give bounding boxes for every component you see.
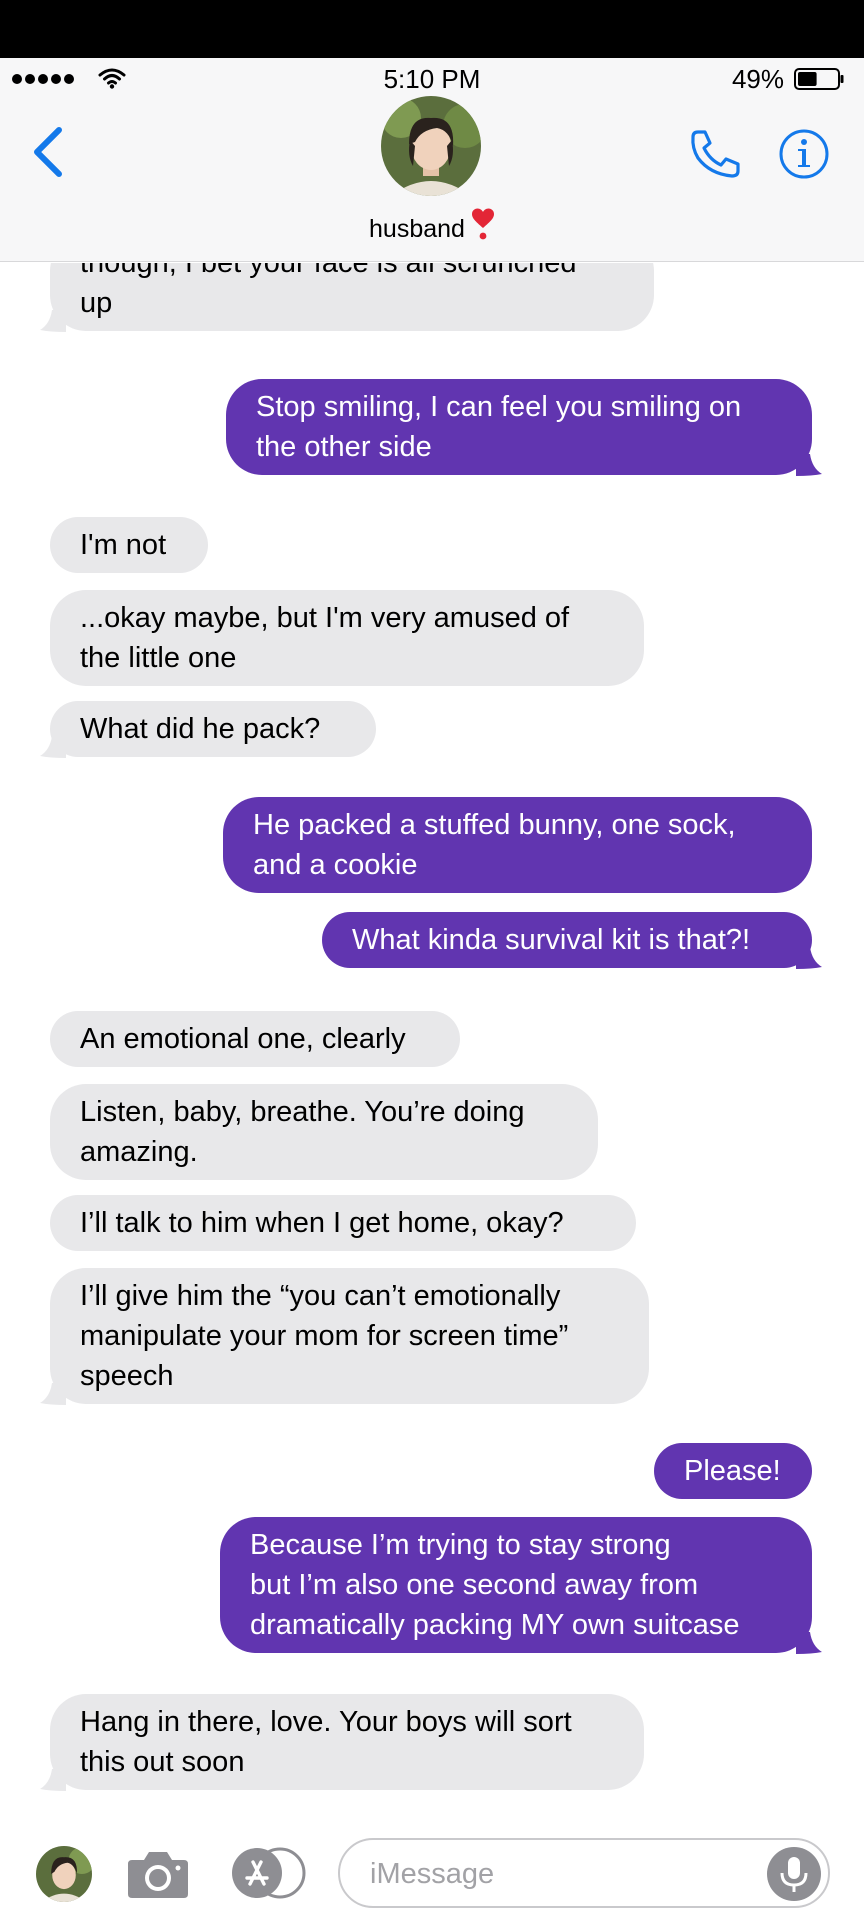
message-bubble-incoming[interactable]: ...okay maybe, but I'm very amused of th… (50, 590, 644, 686)
app-store-icon[interactable] (230, 1846, 306, 1900)
contact-name-text: husband (369, 215, 465, 243)
imessage-input[interactable]: iMessage (338, 1838, 830, 1908)
message-input-bar: iMessage (0, 1826, 864, 1920)
message-line: What kinda survival kit is that?! (352, 924, 751, 956)
phone-icon[interactable] (688, 128, 742, 180)
message-bubble-outgoing[interactable]: Stop smiling, I can feel you smiling on … (226, 379, 822, 476)
bubble-tail (40, 1383, 66, 1405)
message-bubble-incoming[interactable]: What did he pack? (40, 701, 376, 758)
top-black-bar (0, 0, 864, 58)
message-line: and a cookie (253, 849, 418, 881)
message-line: amazing. (80, 1136, 198, 1168)
message-line: Hang in there, love. Your boys will sort (80, 1706, 572, 1738)
bubble-tail (796, 947, 822, 969)
bubble-tail (40, 736, 66, 758)
message-line: I’ll give him the “you can’t emotionally (80, 1280, 561, 1312)
message-line: ...okay maybe, but I'm very amused of (80, 602, 570, 634)
memoji-avatar-button[interactable] (36, 1846, 92, 1902)
camera-icon[interactable] (126, 1848, 190, 1900)
back-chevron-icon[interactable] (28, 124, 68, 180)
message-bubble-incoming[interactable]: I'm not (50, 517, 208, 573)
contact-name[interactable]: husband (0, 208, 864, 244)
message-line: Stop smiling, I can feel you smiling on (256, 391, 742, 423)
status-bar: 5:10 PM 49% (0, 58, 864, 98)
microphone-icon[interactable] (766, 1846, 822, 1902)
message-bubble-outgoing[interactable]: What kinda survival kit is that?! (322, 912, 822, 969)
bubble-tail (40, 310, 66, 332)
heart-exclamation-icon (471, 208, 494, 240)
message-line: Because I’m trying to stay strong (250, 1529, 671, 1561)
message-line: the other side (256, 431, 432, 463)
message-line: speech (80, 1360, 174, 1392)
battery-percentage: 49% (731, 64, 784, 94)
message-bubble-incoming[interactable]: though, I bet your face is all scrunched… (40, 263, 654, 332)
message-line: the little one (80, 642, 237, 674)
bubble-tail (40, 1769, 66, 1791)
message-line: Listen, baby, breathe. You’re doing (80, 1096, 525, 1128)
message-line: An emotional one, clearly (80, 1023, 406, 1055)
message-line: He packed a stuffed bunny, one sock, (253, 809, 736, 841)
message-line: dramatically packing MY own suitcase (250, 1609, 740, 1641)
battery-icon (794, 68, 844, 90)
message-line: I'm not (80, 529, 167, 561)
message-line: manipulate your mom for screen time” (80, 1320, 569, 1352)
message-bubble-incoming[interactable]: Listen, baby, breathe. You’re doing amaz… (50, 1084, 598, 1180)
contact-avatar[interactable] (381, 96, 481, 196)
message-bubble-outgoing[interactable]: He packed a stuffed bunny, one sock, and… (223, 797, 812, 893)
message-thread[interactable]: though, I bet your face is all scrunched… (0, 263, 864, 1825)
message-bubble-incoming[interactable]: Hang in there, love. Your boys will sort… (40, 1694, 644, 1791)
message-line: up (80, 287, 113, 319)
bubble-tail (796, 454, 822, 476)
message-bubble-outgoing[interactable]: Please! (654, 1443, 812, 1499)
imessage-placeholder: iMessage (370, 1858, 495, 1890)
message-line: I’ll talk to him when I get home, okay? (80, 1207, 564, 1239)
message-line: this out soon (80, 1746, 245, 1778)
message-bubble-incoming[interactable]: An emotional one, clearly (50, 1011, 460, 1067)
info-icon[interactable] (778, 128, 830, 180)
message-line: What did he pack? (80, 713, 321, 745)
message-bubble-outgoing[interactable]: Because I’m trying to stay strong but I’… (220, 1517, 822, 1654)
bubble-tail (796, 1632, 822, 1654)
message-line: but I’m also one second away from (250, 1569, 699, 1601)
message-line: Please! (684, 1455, 781, 1487)
avatar-photo (36, 1846, 92, 1902)
message-bubble-incoming[interactable]: I’ll give him the “you can’t emotionally… (40, 1268, 649, 1405)
message-bubble-incoming[interactable]: I’ll talk to him when I get home, okay? (50, 1195, 636, 1251)
conversation-header: 5:10 PM 49% husband (0, 58, 864, 262)
avatar-photo (381, 96, 481, 196)
message-line: though, I bet your face is all scrunched (80, 263, 577, 279)
